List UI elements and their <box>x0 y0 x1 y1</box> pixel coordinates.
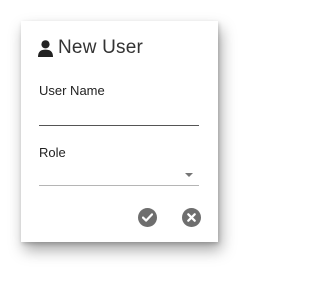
cancel-button[interactable] <box>182 208 201 227</box>
new-user-dialog: New User User Name Role <box>21 21 218 242</box>
check-circle-icon <box>142 213 153 222</box>
dropdown-arrow-icon <box>185 173 193 177</box>
dialog-title: New User <box>58 37 144 58</box>
confirm-button[interactable] <box>138 208 157 227</box>
username-label: User Name <box>39 83 105 98</box>
user-icon <box>38 39 53 57</box>
close-circle-icon <box>187 213 196 222</box>
role-label: Role <box>39 145 66 160</box>
username-input[interactable] <box>39 105 199 126</box>
role-select[interactable] <box>39 165 199 186</box>
screen: New User User Name Role <box>0 0 258 286</box>
dialog-header: New User <box>38 35 143 61</box>
